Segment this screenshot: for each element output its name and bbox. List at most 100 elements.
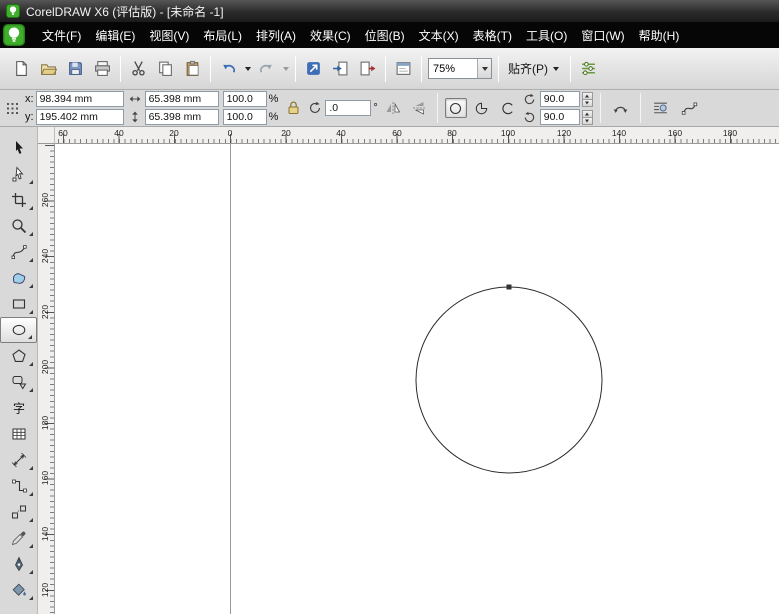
horizontal-ruler[interactable]: 60 40 20 0 20 40 60 80 100 120 140 160 1… xyxy=(55,127,779,144)
application-launcher-button[interactable] xyxy=(300,55,327,82)
ellipse-mode-button[interactable] xyxy=(445,98,467,118)
smart-fill-tool[interactable] xyxy=(0,265,37,291)
welcome-screen-icon xyxy=(395,60,412,77)
polygon-tool[interactable] xyxy=(0,343,37,369)
color-eyedropper-tool[interactable] xyxy=(0,525,37,551)
paste-button[interactable] xyxy=(179,55,206,82)
height-field[interactable] xyxy=(145,109,219,125)
width-field[interactable] xyxy=(145,91,219,107)
redo-button[interactable] xyxy=(253,55,280,82)
scale-y-field[interactable] xyxy=(223,109,267,125)
ellipse-tool-icon xyxy=(11,322,27,338)
pie-mode-button[interactable] xyxy=(471,98,493,118)
zoom-tool-icon xyxy=(11,218,27,234)
menu-file[interactable]: 文件(F) xyxy=(35,21,88,50)
menu-layout[interactable]: 布局(L) xyxy=(196,21,249,50)
horizontal-size-icon xyxy=(128,91,143,107)
print-button[interactable] xyxy=(89,55,116,82)
object-origin-grid-icon[interactable] xyxy=(6,100,21,116)
hruler-label: 20 xyxy=(281,128,290,138)
redo-dropdown-arrow[interactable] xyxy=(280,56,291,82)
shape-tool[interactable] xyxy=(0,161,37,187)
ellipse-tool[interactable] xyxy=(0,317,37,343)
new-document-button[interactable] xyxy=(8,55,35,82)
blend-tool[interactable] xyxy=(0,499,37,525)
lock-ratio-button[interactable] xyxy=(282,98,304,118)
titlebar: CorelDRAW X6 (评估版) - [未命名 -1] xyxy=(0,0,779,22)
zoom-level-input[interactable] xyxy=(429,63,477,75)
paste-clipboard-icon xyxy=(184,60,201,77)
vruler-label: 160 xyxy=(38,471,52,485)
basic-shapes-tool[interactable] xyxy=(0,369,37,395)
undo-dropdown-arrow[interactable] xyxy=(242,56,253,82)
export-button[interactable] xyxy=(354,55,381,82)
crop-tool[interactable] xyxy=(0,187,37,213)
freehand-tool[interactable] xyxy=(0,239,37,265)
start-angle-rotate-icon xyxy=(523,91,538,107)
end-angle-field[interactable] xyxy=(540,109,580,125)
drawn-circle[interactable] xyxy=(416,287,602,473)
menu-window[interactable]: 窗口(W) xyxy=(574,21,631,50)
circle-top-node[interactable] xyxy=(507,285,512,290)
canvas[interactable] xyxy=(55,144,779,614)
menu-table[interactable]: 表格(T) xyxy=(466,21,519,50)
hruler-label: 0 xyxy=(228,128,233,138)
save-button[interactable] xyxy=(62,55,89,82)
lock-ratio-icon xyxy=(286,100,301,116)
undo-arrow-icon xyxy=(220,60,237,77)
ruler-origin-corner[interactable] xyxy=(38,127,55,144)
snap-dropdown-arrow[interactable] xyxy=(550,56,561,82)
start-angle-spinner[interactable] xyxy=(582,92,593,107)
mirror-horizontal-button[interactable] xyxy=(382,98,404,118)
start-angle-field[interactable] xyxy=(540,91,580,107)
menu-effects[interactable]: 效果(C) xyxy=(303,21,358,50)
hruler-label: 20 xyxy=(169,128,178,138)
menu-arrange[interactable]: 排列(A) xyxy=(249,21,303,50)
coreldraw-menubar-logo-icon[interactable] xyxy=(3,24,27,46)
zoom-combo[interactable] xyxy=(428,58,492,79)
arc-mode-icon xyxy=(500,101,515,116)
vruler-label: 260 xyxy=(38,193,52,207)
toolbar-separator xyxy=(385,56,386,82)
menu-edit[interactable]: 编辑(E) xyxy=(88,21,142,50)
import-button[interactable] xyxy=(327,55,354,82)
toolbar-separator xyxy=(295,56,296,82)
undo-button[interactable] xyxy=(215,55,242,82)
zoom-dropdown-arrow[interactable] xyxy=(477,59,491,78)
zoom-tool[interactable] xyxy=(0,213,37,239)
vruler-label: 120 xyxy=(38,583,52,597)
scale-x-field[interactable] xyxy=(223,91,267,107)
copy-button[interactable] xyxy=(152,55,179,82)
cut-button[interactable] xyxy=(125,55,152,82)
hruler-label: 80 xyxy=(447,128,456,138)
hruler-label: 60 xyxy=(58,128,67,138)
outline-pen-tool[interactable] xyxy=(0,551,37,577)
text-tool[interactable]: 字 xyxy=(0,395,37,421)
straight-line-connector-tool[interactable] xyxy=(0,473,37,499)
table-tool[interactable] xyxy=(0,421,37,447)
y-position-field[interactable] xyxy=(36,109,124,125)
fill-tool[interactable] xyxy=(0,577,37,603)
menu-text[interactable]: 文本(X) xyxy=(412,21,466,50)
rectangle-tool[interactable] xyxy=(0,291,37,317)
menu-help[interactable]: 帮助(H) xyxy=(632,21,687,50)
options-button[interactable] xyxy=(575,55,602,82)
pick-tool[interactable] xyxy=(0,135,37,161)
menu-bitmaps[interactable]: 位图(B) xyxy=(358,21,412,50)
snap-dropdown[interactable]: 贴齐(P) xyxy=(503,52,566,86)
rotation-group: ° xyxy=(308,100,377,116)
wrap-text-button[interactable] xyxy=(648,96,673,120)
menu-view[interactable]: 视图(V) xyxy=(142,21,196,50)
rotation-angle-field[interactable] xyxy=(325,100,371,116)
end-angle-spinner[interactable] xyxy=(582,110,593,125)
parallel-dimension-tool[interactable] xyxy=(0,447,37,473)
convert-to-curve-button[interactable] xyxy=(677,96,702,120)
mirror-vertical-button[interactable] xyxy=(408,98,430,118)
welcome-screen-button[interactable] xyxy=(390,55,417,82)
x-position-field[interactable] xyxy=(36,91,124,107)
arc-mode-button[interactable] xyxy=(497,98,519,118)
open-button[interactable] xyxy=(35,55,62,82)
change-direction-button[interactable] xyxy=(608,96,633,120)
menu-tools[interactable]: 工具(O) xyxy=(519,21,574,50)
vertical-ruler[interactable]: 260 240 220 200 180 160 140 120 xyxy=(38,144,55,614)
